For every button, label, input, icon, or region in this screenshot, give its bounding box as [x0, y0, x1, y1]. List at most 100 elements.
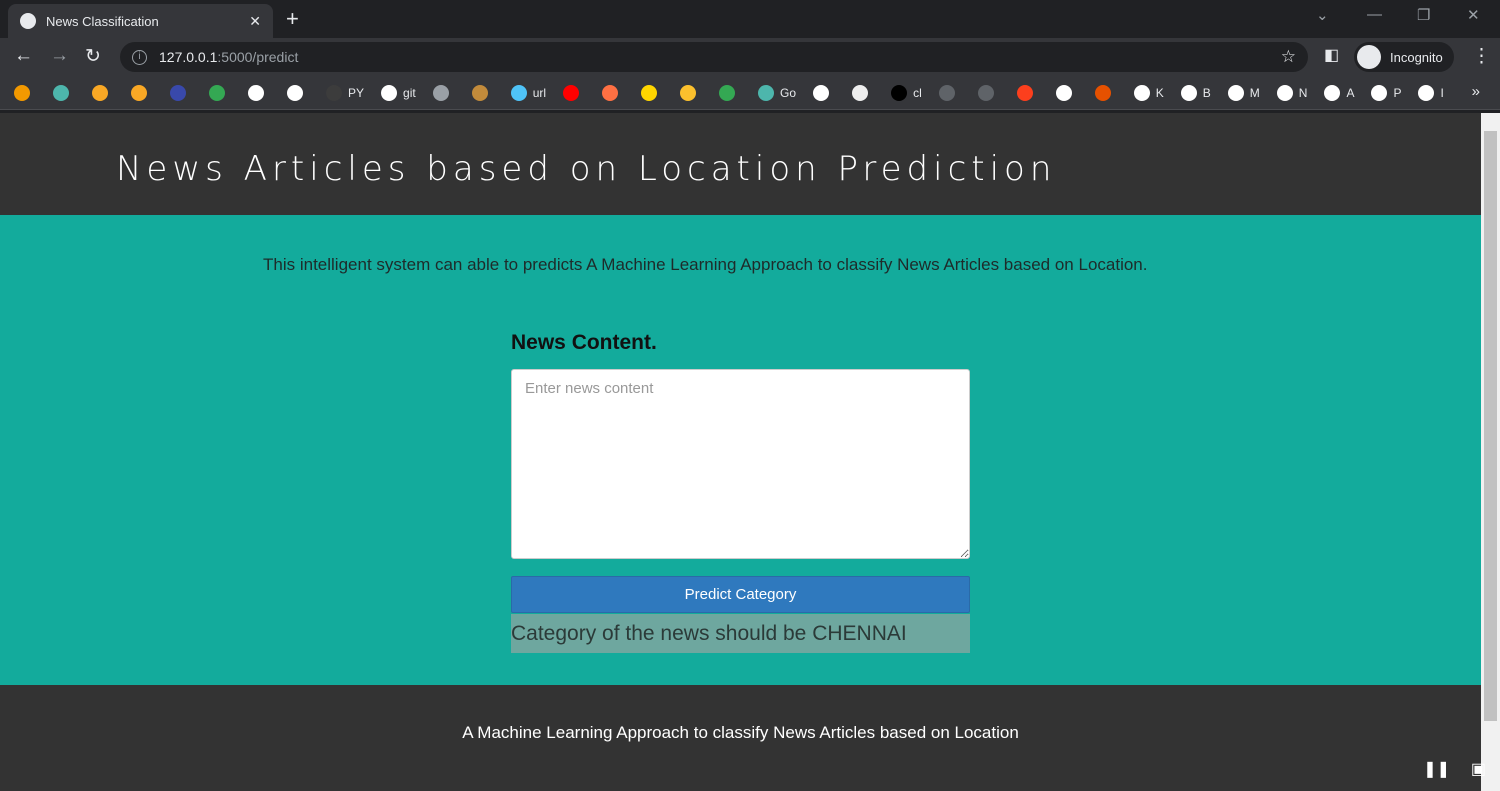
bookmark-icon [1371, 84, 1388, 101]
bookmark-item[interactable] [1055, 84, 1078, 101]
bookmark-item[interactable] [92, 84, 114, 101]
tab-search-icon[interactable]: ⌄ [1316, 6, 1329, 24]
bookmark-item[interactable] [53, 84, 75, 101]
url-path: :5000/predict [217, 49, 299, 65]
bookmark-item[interactable] [977, 84, 1000, 101]
bookmark-label: url [532, 85, 547, 100]
bookmark-item[interactable]: git [381, 84, 416, 101]
bookmark-item[interactable] [852, 84, 874, 101]
bookmark-icon [1016, 84, 1033, 101]
bookmark-label: cl [913, 85, 922, 100]
bookmark-item[interactable] [641, 84, 663, 101]
tab-news-classification[interactable]: News Classification ✕ [8, 4, 273, 38]
bookmark-icon [1324, 84, 1341, 101]
main-section: This intelligent system can able to pred… [0, 215, 1481, 685]
back-icon[interactable]: ← [14, 45, 33, 67]
bookmark-item[interactable]: cl [891, 84, 922, 101]
incognito-icon [1357, 45, 1381, 69]
incognito-profile[interactable]: Incognito [1354, 42, 1454, 72]
bookmark-icon [891, 84, 908, 101]
bookmark-label: I [1440, 85, 1444, 100]
bookmark-item[interactable]: P [1371, 84, 1401, 101]
bookmark-item[interactable] [602, 84, 624, 101]
tab-strip: News Classification ✕ + ⌄ — ❐ ✕ [0, 0, 1500, 38]
bookmark-icon [1094, 84, 1111, 101]
bookmark-star-icon[interactable]: ☆ [1281, 47, 1296, 67]
bookmark-icon [680, 84, 697, 101]
minimize-button[interactable]: — [1367, 6, 1382, 23]
pause-icon[interactable]: ❚❚ [1423, 759, 1450, 779]
page-header: News Articles based on Location Predicti… [0, 113, 1481, 215]
news-content-input[interactable] [511, 369, 970, 559]
bookmark-icon [471, 84, 488, 101]
bookmark-icon [326, 84, 342, 101]
news-content-label: News Content. [511, 331, 657, 354]
bookmark-item[interactable]: PY [326, 84, 364, 101]
bookmark-icon [1055, 84, 1072, 101]
bookmark-item[interactable]: B [1180, 84, 1211, 101]
tab-title: News Classification [46, 13, 159, 29]
bookmark-item[interactable] [563, 84, 585, 101]
bookmark-item[interactable] [14, 84, 36, 101]
bookmark-label: N [1298, 85, 1308, 100]
bookmark-label: M [1249, 85, 1260, 100]
scrollbar-thumb[interactable] [1484, 131, 1497, 721]
restore-button[interactable]: ❐ [1417, 6, 1430, 24]
prediction-result: Category of the news should be CHENNAI [511, 614, 970, 653]
browser-toolbar: ← → ↻ i 127.0.0.1:5000/predict ☆ ◧ Incog… [0, 38, 1500, 76]
bookmark-label: A [1346, 85, 1355, 100]
bookmark-item[interactable] [1094, 84, 1117, 101]
reload-icon[interactable]: ↻ [85, 45, 101, 68]
side-panel-icon[interactable]: ◧ [1324, 45, 1339, 65]
bookmark-icon [977, 84, 994, 101]
bookmark-icon [209, 84, 225, 101]
predict-category-button[interactable]: Predict Category [511, 576, 970, 613]
page: News Articles based on Location Predicti… [0, 113, 1481, 791]
bookmark-item[interactable]: M [1227, 84, 1260, 101]
bookmark-icon [758, 84, 775, 101]
bookmark-item[interactable] [719, 84, 741, 101]
bookmark-label: K [1155, 85, 1164, 100]
bookmark-item[interactable] [248, 84, 270, 101]
bookmark-item[interactable] [209, 84, 231, 101]
bookmark-icon [1418, 84, 1435, 101]
bookmark-item[interactable] [938, 84, 961, 101]
bookmark-icon [641, 84, 658, 101]
bookmarks-bar: PY git url Go cl K B M N A P I » [0, 76, 1500, 110]
bookmark-icon [1133, 84, 1150, 101]
bookmark-item[interactable] [287, 84, 309, 101]
picture-icon[interactable]: ▣ [1471, 759, 1486, 779]
bookmark-item[interactable] [813, 84, 835, 101]
page-footer: A Machine Learning Approach to classify … [0, 685, 1481, 791]
bookmark-item[interactable] [170, 84, 192, 101]
forward-icon[interactable]: → [50, 45, 69, 67]
close-tab-icon[interactable]: ✕ [249, 13, 261, 30]
footer-text: A Machine Learning Approach to classify … [462, 723, 1019, 742]
bookmark-item[interactable]: A [1324, 84, 1355, 101]
globe-icon [20, 13, 36, 29]
bookmark-item[interactable]: Go [758, 84, 796, 101]
bookmark-item[interactable] [1016, 84, 1039, 101]
address-bar[interactable]: i 127.0.0.1:5000/predict ☆ [120, 42, 1308, 72]
info-icon[interactable]: i [132, 49, 147, 65]
bookmark-label: B [1202, 85, 1211, 100]
bookmark-item[interactable]: url [510, 84, 547, 101]
bookmark-item[interactable] [131, 84, 153, 101]
new-tab-button[interactable]: + [286, 6, 299, 32]
close-window-button[interactable]: ✕ [1467, 6, 1480, 24]
menu-icon[interactable]: ⋮ [1472, 45, 1491, 68]
bookmark-item[interactable]: K [1133, 84, 1164, 101]
bookmark-item[interactable]: N [1276, 84, 1308, 101]
bookmark-icon [1180, 84, 1197, 101]
bookmark-item[interactable] [680, 84, 702, 101]
page-title: News Articles based on Location Predicti… [116, 149, 1057, 189]
bookmark-item[interactable] [432, 84, 455, 101]
profile-label: Incognito [1390, 49, 1443, 65]
bookmark-item[interactable]: I [1418, 84, 1444, 101]
url-host: 127.0.0.1 [159, 49, 218, 65]
scrollbar[interactable] [1481, 113, 1500, 791]
bookmark-icon [563, 84, 580, 101]
bookmark-item[interactable] [471, 84, 494, 101]
more-bookmarks-icon[interactable]: » [1472, 83, 1480, 100]
bookmark-icon [852, 84, 869, 101]
